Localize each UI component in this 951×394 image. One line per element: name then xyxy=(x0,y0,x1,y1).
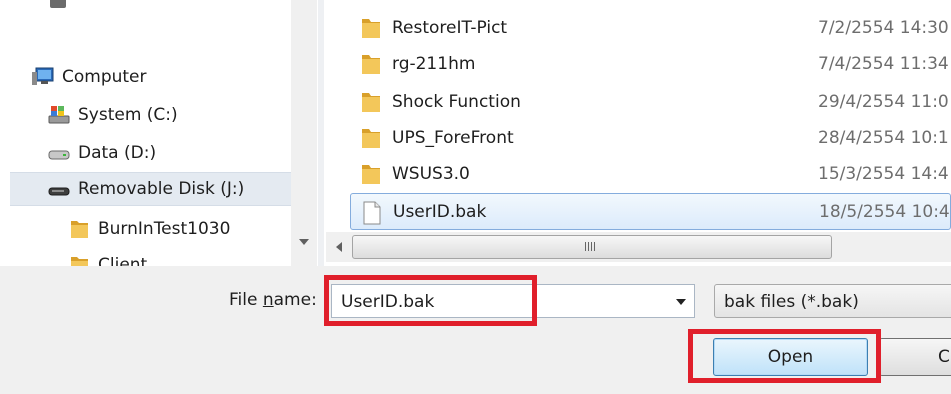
removable-disk-icon xyxy=(48,187,70,196)
file-name: RestoreIT-Pict xyxy=(392,18,508,38)
nav-item-burnintest1030[interactable]: BurnInTest1030 xyxy=(70,212,230,246)
open-button-label: Open xyxy=(767,347,814,367)
chevron-down-icon[interactable] xyxy=(676,299,686,305)
nav-item-label: Removable Disk (J:) xyxy=(78,179,245,199)
nav-vertical-scrollbar[interactable] xyxy=(291,0,317,266)
file-date: 15/3/2554 14:4 xyxy=(818,164,949,184)
cancel-button[interactable]: C xyxy=(879,338,951,376)
drive-icon-partial xyxy=(50,0,66,8)
drive-icon xyxy=(48,150,70,160)
file-date: 29/4/2554 11:0 xyxy=(818,92,949,112)
system-drive-icon xyxy=(48,106,70,124)
scroll-left-arrow-icon[interactable] xyxy=(336,242,342,252)
file-row-restoreit-pict[interactable]: RestoreIT-Pict 7/2/2554 14:30 xyxy=(350,10,951,46)
dialog-footer: File name: UserID.bak bak files (*.bak) … xyxy=(0,266,951,394)
nav-item-removable-disk-j[interactable]: Removable Disk (J:) xyxy=(10,172,291,206)
filename-value[interactable]: UserID.bak xyxy=(341,292,434,312)
file-row-rg-211hm[interactable]: rg-211hm 7/4/2554 11:34 xyxy=(350,46,951,82)
file-name: UPS_ForeFront xyxy=(392,128,514,148)
filename-label-accelerator: n xyxy=(262,290,274,310)
folder-icon xyxy=(71,221,88,238)
nav-item-computer[interactable]: Computer xyxy=(32,60,147,94)
folder-icon xyxy=(362,93,380,112)
nav-item-label: Computer xyxy=(62,67,147,87)
filename-label-prefix: File xyxy=(229,290,263,310)
nav-item-label: System (C:) xyxy=(78,105,178,125)
file-name: Shock Function xyxy=(392,92,521,112)
folder-icon xyxy=(71,257,88,266)
file-date: 18/5/2554 10:4 xyxy=(819,202,950,222)
grip-icon xyxy=(585,242,595,251)
file-row-shock-function[interactable]: Shock Function 29/4/2554 11:0 xyxy=(350,84,951,120)
folder-icon xyxy=(362,19,380,38)
nav-item-label: BurnInTest1030 xyxy=(98,219,231,239)
file-row-wsus3[interactable]: WSUS3.0 15/3/2554 14:4 xyxy=(350,156,951,192)
filename-label: File name: xyxy=(229,290,317,310)
nav-item-client[interactable]: Client xyxy=(70,248,147,266)
scrollbar-thumb[interactable] xyxy=(352,235,832,259)
computer-icon xyxy=(32,67,54,85)
file-list: RestoreIT-Pict 7/2/2554 14:30 rg-211hm 7… xyxy=(324,0,951,266)
file-row-ups-forefront[interactable]: UPS_ForeFront 28/4/2554 10:1 xyxy=(350,120,951,156)
filename-input[interactable]: UserID.bak xyxy=(331,284,695,318)
filename-label-suffix: ame: xyxy=(273,290,317,310)
file-row-userid-bak[interactable]: UserID.bak 18/5/2554 10:4 xyxy=(350,193,951,230)
file-date: 7/2/2554 14:30 xyxy=(818,18,949,38)
file-list-horizontal-scrollbar[interactable] xyxy=(326,232,951,262)
nav-item-system-c[interactable]: System (C:) xyxy=(48,98,178,132)
navigation-pane: Computer System (C:) Data (D:) Removable… xyxy=(0,0,318,266)
file-date: 28/4/2554 10:1 xyxy=(818,128,949,148)
folder-icon xyxy=(362,165,380,184)
file-date: 7/4/2554 11:34 xyxy=(818,54,949,74)
file-name: rg-211hm xyxy=(392,54,476,74)
file-type-select[interactable]: bak files (*.bak) xyxy=(714,284,951,318)
file-name: UserID.bak xyxy=(393,202,487,222)
nav-item-data-d[interactable]: Data (D:) xyxy=(48,136,156,170)
document-file-icon xyxy=(363,201,381,225)
folder-icon xyxy=(362,55,380,74)
file-type-value: bak files (*.bak) xyxy=(724,292,859,312)
nav-item-label: Client xyxy=(98,255,148,266)
folder-icon xyxy=(362,129,380,148)
open-button[interactable]: Open xyxy=(713,338,868,376)
scroll-down-arrow-icon[interactable] xyxy=(299,239,309,245)
nav-item-label: Data (D:) xyxy=(78,143,157,163)
file-name: WSUS3.0 xyxy=(392,164,470,184)
cancel-button-label: C xyxy=(938,347,950,367)
